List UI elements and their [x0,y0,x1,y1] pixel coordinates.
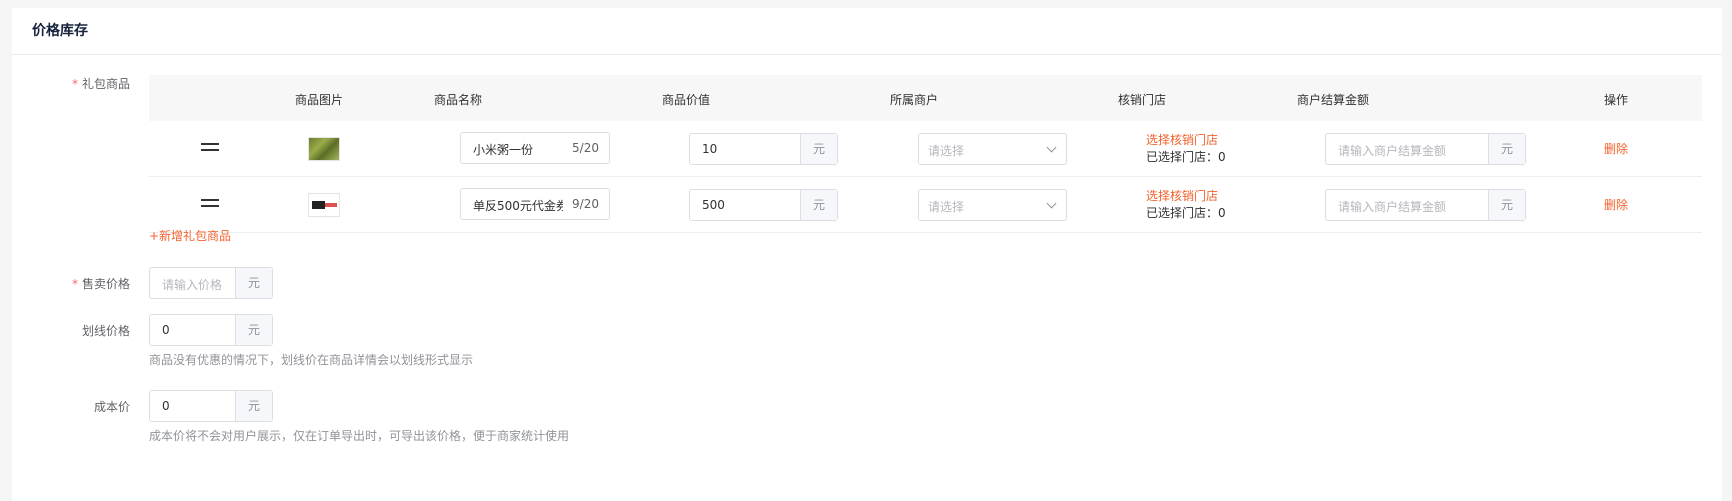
table-row: 小米粥一份 5/20 10 元 请选择 选择核销门店 已选择门店：0 请输入商户… [149,121,1702,177]
drag-handle-icon[interactable] [201,143,219,151]
col-action: 操作 [1604,93,1629,107]
chevron-down-icon [1046,142,1057,153]
col-name: 商品名称 [434,93,483,107]
product-image [308,193,340,217]
gift-goods-label: * 礼包商品 [71,77,130,91]
required-mark: * [71,277,78,291]
sale-price-label: * 售卖价格 [71,277,130,291]
unit-suffix: 元 [235,391,272,421]
store-cell: 选择核销门店 已选择门店：0 [1146,188,1226,222]
table-row: 单反500元代金券 9/20 500 元 请选择 选择核销门店 已选择门店：0 … [149,177,1702,233]
settle-amount-input[interactable]: 请输入商户结算金额 元 [1325,133,1526,165]
select-store-link[interactable]: 选择核销门店 [1146,188,1226,205]
selected-store-count: 已选择门店：0 [1146,150,1226,164]
col-merchant: 所属商户 [890,93,939,107]
table-header: 商品图片 商品名称 商品价值 所属商户 核销门店 商户结算金额 操作 [149,75,1702,121]
merchant-select[interactable]: 请选择 [918,189,1067,221]
product-name-input[interactable]: 小米粥一份 5/20 [460,132,610,164]
col-image: 商品图片 [295,93,344,107]
delete-button[interactable]: 删除 [1604,196,1628,213]
unit-suffix: 元 [235,315,272,345]
unit-suffix: 元 [1488,190,1525,220]
unit-suffix: 元 [235,268,272,298]
settle-amount-input[interactable]: 请输入商户结算金额 元 [1325,189,1526,221]
cost-price-hint: 成本价将不会对用户展示，仅在订单导出时，可导出该价格，便于商家统计使用 [149,429,570,443]
cost-price-label: 成本价 [93,400,130,414]
store-cell: 选择核销门店 已选择门店：0 [1146,132,1226,166]
char-count: 5/20 [572,141,599,155]
product-name-input[interactable]: 单反500元代金券 9/20 [460,188,610,220]
unit-suffix: 元 [1488,134,1525,164]
strike-price-input[interactable]: 0 元 [149,314,273,346]
strike-price-hint: 商品没有优惠的情况下，划线价在商品详情会以划线形式显示 [149,353,474,367]
col-store: 核销门店 [1118,93,1167,107]
unit-suffix: 元 [800,190,837,220]
add-gift-goods-button[interactable]: +新增礼包商品 [149,227,231,244]
required-mark: * [71,77,78,91]
drag-handle-icon[interactable] [201,199,219,207]
product-image [308,137,340,161]
col-value: 商品价值 [662,93,711,107]
gift-goods-table: 商品图片 商品名称 商品价值 所属商户 核销门店 商户结算金额 操作 小米粥一份… [149,75,1702,233]
strike-price-label: 划线价格 [81,324,130,338]
product-value-input[interactable]: 10 元 [689,133,838,165]
col-settle: 商户结算金额 [1297,93,1370,107]
char-count: 9/20 [572,197,599,211]
sale-price-input[interactable]: 请输入价格 元 [149,267,273,299]
price-stock-card: 价格库存 * 礼包商品 商品图片 商品名称 商品价值 所属商户 核销门店 商户结算… [12,8,1722,501]
product-value-input[interactable]: 500 元 [689,189,838,221]
select-store-link[interactable]: 选择核销门店 [1146,132,1226,149]
section-title: 价格库存 [12,8,1722,55]
cost-price-input[interactable]: 0 元 [149,390,273,422]
chevron-down-icon [1046,198,1057,209]
merchant-select[interactable]: 请选择 [918,133,1067,165]
delete-button[interactable]: 删除 [1604,140,1628,157]
selected-store-count: 已选择门店：0 [1146,206,1226,220]
unit-suffix: 元 [800,134,837,164]
